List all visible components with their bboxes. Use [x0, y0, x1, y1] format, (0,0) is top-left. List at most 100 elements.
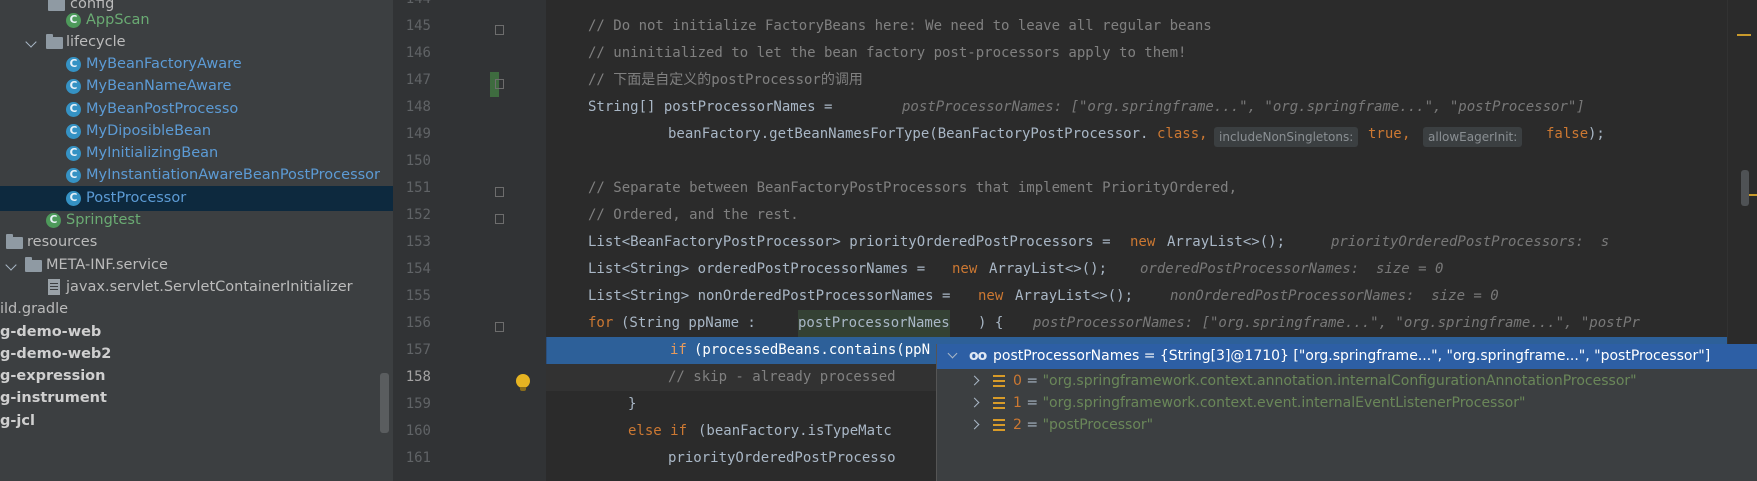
param-hint-label: allowEagerInit:	[1423, 127, 1523, 147]
popup-header[interactable]: postProcessorNames = {String[3]@1710} ["…	[937, 344, 1757, 369]
chevron-right-icon[interactable]	[969, 419, 980, 430]
code-line: // 下面是自定义的postProcessor的调用	[546, 67, 1757, 94]
line-number: 161	[405, 450, 431, 466]
line-number: 146	[405, 45, 431, 61]
string-field-icon	[993, 375, 1005, 387]
tree-scrollbar[interactable]	[380, 373, 389, 433]
fold-icon[interactable]	[495, 187, 504, 197]
tree-item-myinstantiationawarebeanpostprocessor[interactable]: C MyInstantiationAwareBeanPostProcessor	[0, 163, 393, 188]
code-comment: // 下面是自定义的postProcessor的调用	[588, 72, 863, 88]
code-punct: ,	[1199, 126, 1208, 142]
code-line: // Do not initialize FactoryBeans here: …	[546, 13, 1757, 40]
fold-icon[interactable]	[495, 322, 504, 332]
popup-header-text: postProcessorNames = {String[3]@1710} ["…	[993, 348, 1711, 364]
tree-item-mybeannameaware[interactable]: C MyBeanNameAware	[0, 74, 393, 99]
project-tree: config C AppScan lifecycle C MyBeanFacto…	[0, 0, 393, 481]
array-element-row[interactable]: 2 = "postProcessor"	[937, 413, 1757, 438]
line-number: 144	[393, 0, 431, 13]
line-number: 159	[405, 396, 431, 412]
gutter-divider	[546, 337, 547, 364]
file-icon	[48, 279, 60, 295]
code-punct: );	[1588, 126, 1605, 142]
chevron-right-icon[interactable]	[969, 375, 980, 386]
array-element-text: 2 = "postProcessor"	[1013, 413, 1153, 438]
code-text: (processedBeans.contains(ppN	[694, 342, 931, 358]
inline-debug-value: postProcessorNames: ["org.springframe...…	[902, 99, 1585, 115]
code-line: List<String> nonOrderedPostProcessorName…	[546, 283, 1757, 310]
param-hint: includeNonSingletons:	[1214, 124, 1359, 151]
code-punct: ) {	[978, 315, 1004, 331]
element-index: 2	[1013, 417, 1022, 433]
code-text: (beanFactory.isTypeMatc	[698, 423, 892, 439]
code-text: ArrayList<>();	[1167, 234, 1286, 250]
inline-debug-value: nonOrderedPostProcessorNames: size = 0	[1170, 288, 1499, 304]
folder-icon	[6, 234, 23, 249]
tree-item-label: resources	[27, 234, 98, 250]
element-eq: =	[1021, 395, 1043, 411]
code-keyword: new	[978, 288, 1004, 304]
code-text: List<String> orderedPostProcessorNames =	[588, 261, 926, 277]
code-text: priorityOrderedPostProcesso	[668, 450, 896, 466]
line-number: 149	[405, 126, 431, 142]
code-comment: // uninitialized to let the bean factory…	[588, 45, 1187, 61]
chevron-right-icon[interactable]	[969, 397, 980, 408]
code-line: // Ordered, and the rest.	[546, 202, 1757, 229]
inline-debug-value: priorityOrderedPostProcessors: s	[1331, 234, 1610, 250]
lightbulb-icon[interactable]	[516, 374, 530, 391]
chevron-down-icon[interactable]	[25, 36, 37, 48]
element-index: 1	[1013, 395, 1022, 411]
param-hint-label: includeNonSingletons:	[1214, 127, 1359, 147]
line-number: 150	[405, 153, 431, 169]
code-line: // Separate between BeanFactoryPostProce…	[546, 175, 1757, 202]
class-icon: C	[66, 102, 81, 117]
code-text: String[] postProcessorNames =	[588, 99, 833, 115]
code-punct: ,	[1402, 126, 1411, 142]
element-value: "org.springframework.context.annotation.…	[1042, 373, 1637, 389]
code-keyword: if	[670, 342, 687, 358]
code-comment: // skip - already processed	[668, 369, 896, 385]
code-comment: // Ordered, and the rest.	[588, 207, 799, 223]
line-number: 148	[405, 99, 431, 115]
code-keyword: else if	[628, 423, 688, 439]
code-line: // uninitialized to let the bean factory…	[546, 40, 1757, 67]
code-keyword: false	[1546, 126, 1589, 142]
class-icon: C	[66, 13, 81, 28]
tree-item-label: ild.gradle	[0, 301, 69, 317]
tree-item-label: MyInstantiationAwareBeanPostProcessor	[86, 167, 381, 183]
fold-icon[interactable]	[495, 214, 504, 224]
class-icon: C	[66, 168, 81, 183]
line-number: 153	[405, 234, 431, 250]
stripe-marker[interactable]	[1737, 34, 1751, 36]
code-comment: // Separate between BeanFactoryPostProce…	[588, 180, 1238, 196]
fold-icon[interactable]	[495, 25, 504, 35]
chevron-down-icon[interactable]	[5, 259, 17, 271]
editor-scrollbar[interactable]	[1741, 170, 1749, 206]
tree-item-module[interactable]: g-jcl	[0, 409, 393, 434]
tree-item-resources[interactable]: resources	[0, 230, 393, 255]
code-line: for (String ppName : postProcessorNames …	[546, 310, 1757, 337]
tree-item-label: MyBeanNameAware	[86, 78, 232, 94]
line-number: 158	[405, 369, 431, 385]
code-line: List<String> orderedPostProcessorNames =…	[546, 256, 1757, 283]
code-line: beanFactory.getBeanNamesForType(BeanFact…	[546, 121, 1757, 148]
element-eq: =	[1021, 417, 1043, 433]
fold-icon[interactable]	[495, 79, 504, 89]
class-icon: C	[66, 124, 81, 139]
tree-item-build-gradle[interactable]: ild.gradle	[0, 297, 393, 322]
class-icon: C	[46, 213, 61, 228]
code-punct: }	[628, 396, 637, 412]
class-icon: C	[66, 191, 81, 206]
tree-item-module[interactable]: g-instrument	[0, 386, 393, 411]
code-text: (String ppName :	[621, 315, 765, 331]
line-number: 152	[405, 207, 431, 223]
code-text: List<String> nonOrderedPostProcessorName…	[588, 288, 951, 304]
string-field-icon	[993, 397, 1005, 409]
code-line: String[] postProcessorNames = postProces…	[546, 94, 1757, 121]
code-text: ArrayList<>();	[989, 261, 1108, 277]
tree-item-label: g-jcl	[0, 413, 35, 429]
debug-value-popup[interactable]: postProcessorNames = {String[3]@1710} ["…	[936, 344, 1757, 481]
chevron-down-icon[interactable]	[947, 348, 958, 359]
code-text: beanFactory.getBeanNamesForType(BeanFact…	[668, 126, 1149, 142]
tree-item-label: g-instrument	[0, 390, 107, 406]
code-text: ArrayList<>();	[1015, 288, 1134, 304]
